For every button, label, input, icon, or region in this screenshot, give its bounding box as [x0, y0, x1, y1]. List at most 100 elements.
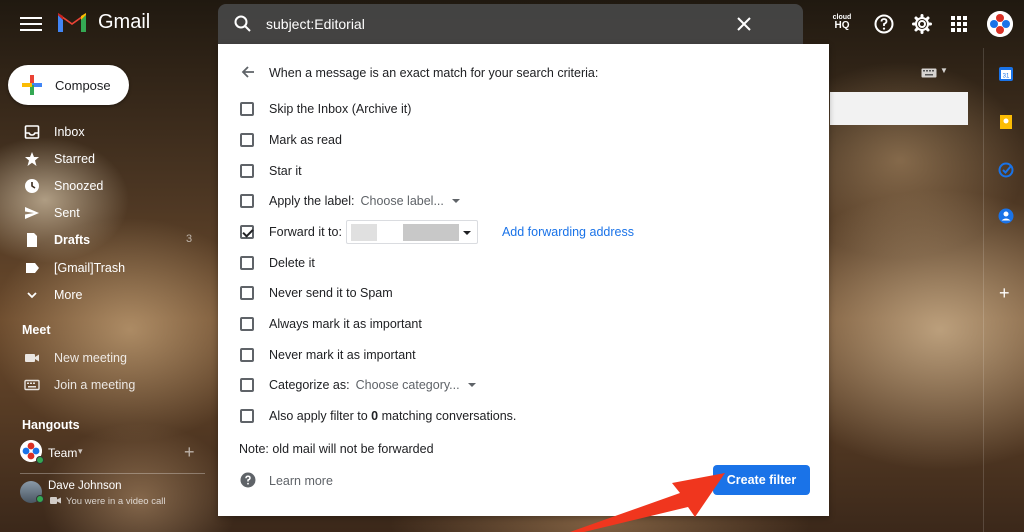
forward-label[interactable]: Forward it to:: [269, 225, 342, 239]
team-online-indicator: [36, 456, 44, 464]
nav-item-drafts[interactable]: Drafts 3: [0, 227, 205, 253]
team-label: Team: [48, 446, 78, 460]
learn-more-link[interactable]: Learn more: [269, 474, 333, 488]
add-forwarding-address-link[interactable]: Add forwarding address: [502, 225, 634, 239]
meet-section-title: Meet: [22, 323, 51, 337]
option-forward: Forward it to: Add forwarding address: [240, 220, 634, 244]
side-panel: 31 +: [983, 48, 1024, 532]
delete-label[interactable]: Delete it: [269, 256, 315, 270]
categorize-checkbox[interactable]: [240, 378, 254, 392]
nav-label-drafts: Drafts: [54, 233, 91, 247]
hangouts-divider: [20, 473, 205, 474]
choose-category-dropdown[interactable]: Choose category...: [356, 378, 476, 392]
star-it-checkbox[interactable]: [240, 164, 254, 178]
inbox-icon: [24, 125, 40, 139]
label-icon: [26, 263, 39, 273]
forward-address-select[interactable]: [345, 220, 478, 244]
option-always-important: Always mark it as important: [240, 313, 422, 335]
always-important-checkbox[interactable]: [240, 317, 254, 331]
svg-text:31: 31: [1003, 74, 1010, 80]
top-bar: Gmail subject:Editorial cloud HQ: [0, 0, 1024, 48]
gmail-logo[interactable]: Gmail: [56, 10, 150, 34]
back-arrow-icon[interactable]: [240, 64, 256, 80]
also-apply-checkbox[interactable]: [240, 409, 254, 423]
calendar-icon[interactable]: 31: [998, 66, 1014, 82]
nav-item-trash[interactable]: [Gmail]Trash: [0, 255, 205, 281]
star-it-label[interactable]: Star it: [269, 164, 302, 178]
contacts-icon[interactable]: [998, 208, 1014, 224]
never-important-checkbox[interactable]: [240, 348, 254, 362]
dropdown-caret-icon: [462, 231, 471, 235]
tasks-icon[interactable]: [998, 162, 1014, 178]
search-icon[interactable]: [233, 14, 253, 34]
dropdown-caret-icon: [467, 383, 476, 387]
also-apply-label[interactable]: Also apply filter to 0 matching conversa…: [269, 409, 516, 423]
never-spam-label[interactable]: Never send it to Spam: [269, 286, 393, 300]
nav-item-more[interactable]: More: [0, 282, 205, 308]
mark-read-label[interactable]: Mark as read: [269, 133, 342, 147]
redacted-address-part: [350, 224, 377, 241]
keep-icon[interactable]: [998, 114, 1014, 130]
choose-label-text: Choose label...: [360, 194, 444, 208]
option-delete: Delete it: [240, 252, 315, 274]
join-meeting-item[interactable]: Join a meeting: [0, 372, 205, 398]
option-mark-read: Mark as read: [240, 129, 342, 151]
add-hangout-button[interactable]: +: [184, 442, 195, 463]
help-icon[interactable]: [873, 13, 895, 35]
nav-label-starred: Starred: [54, 152, 95, 166]
join-meeting-label: Join a meeting: [54, 378, 136, 392]
main-menu-icon[interactable]: [20, 14, 42, 34]
nav-item-sent[interactable]: Sent: [0, 200, 205, 226]
never-important-label[interactable]: Never mark it as important: [269, 348, 416, 362]
option-apply-label: Apply the label: Choose label...: [240, 190, 460, 212]
video-status-icon: [50, 497, 61, 504]
help-circle-icon[interactable]: [240, 472, 256, 488]
nav-item-starred[interactable]: Starred: [0, 146, 205, 172]
forward-checkbox[interactable]: [240, 225, 254, 239]
forward-note: Note: old mail will not be forwarded: [239, 442, 434, 456]
nav-item-snoozed[interactable]: Snoozed: [0, 173, 205, 199]
always-important-label[interactable]: Always mark it as important: [269, 317, 422, 331]
choose-label-dropdown[interactable]: Choose label...: [360, 194, 460, 208]
mark-read-checkbox[interactable]: [240, 133, 254, 147]
clock-icon: [25, 179, 39, 193]
clear-search-icon[interactable]: [735, 15, 753, 33]
settings-gear-icon[interactable]: [911, 13, 933, 35]
option-categorize: Categorize as: Choose category...: [240, 374, 476, 396]
compose-plus-icon: [22, 75, 42, 95]
nav-item-inbox[interactable]: Inbox: [0, 119, 205, 145]
apply-label-checkbox[interactable]: [240, 194, 254, 208]
draft-icon: [27, 233, 37, 247]
get-addons-button[interactable]: +: [999, 284, 1010, 302]
never-spam-checkbox[interactable]: [240, 286, 254, 300]
option-star-it: Star it: [240, 160, 302, 182]
compose-button[interactable]: Compose: [8, 65, 129, 105]
new-meeting-item[interactable]: New meeting: [0, 345, 205, 371]
nav-label-sent: Sent: [54, 206, 80, 220]
nav-label-snoozed: Snoozed: [54, 179, 104, 193]
team-caret-icon: ▾: [78, 446, 83, 456]
option-skip-inbox: Skip the Inbox (Archive it): [240, 98, 411, 120]
apply-label-label[interactable]: Apply the label:: [269, 194, 354, 208]
chevron-down-icon: [27, 292, 37, 299]
categorize-label[interactable]: Categorize as:: [269, 378, 350, 392]
apps-grid-icon[interactable]: [948, 13, 970, 35]
hangouts-section-title: Hangouts: [22, 418, 80, 432]
skip-inbox-label[interactable]: Skip the Inbox (Archive it): [269, 102, 411, 116]
hangouts-team[interactable]: Team ▾ +: [20, 440, 200, 464]
keyboard-icon: [24, 379, 40, 391]
skip-inbox-checkbox[interactable]: [240, 102, 254, 116]
search-bar[interactable]: subject:Editorial: [218, 4, 803, 44]
user-name: Dave Johnson: [48, 480, 122, 492]
send-icon: [25, 207, 39, 219]
account-avatar[interactable]: [987, 11, 1013, 37]
annotation-arrow-icon: [570, 473, 725, 532]
nav-label-more: More: [54, 288, 83, 302]
delete-checkbox[interactable]: [240, 256, 254, 270]
input-tools-keyboard-icon[interactable]: [921, 68, 937, 78]
search-input[interactable]: subject:Editorial: [266, 16, 365, 32]
user-status: You were in a video call: [66, 496, 166, 507]
input-tools-caret-icon[interactable]: ▼: [940, 66, 948, 75]
cloudhq-icon[interactable]: cloud HQ: [832, 14, 852, 32]
also-apply-post: matching conversations.: [381, 409, 517, 423]
